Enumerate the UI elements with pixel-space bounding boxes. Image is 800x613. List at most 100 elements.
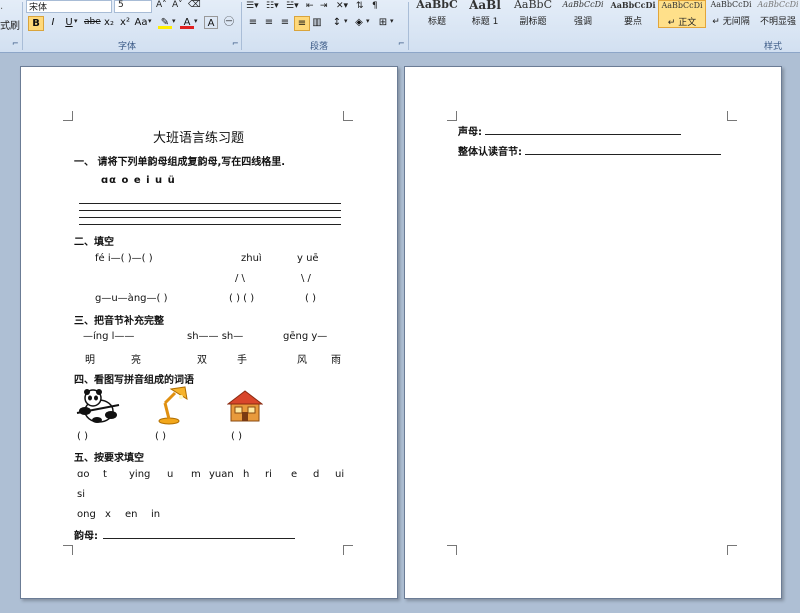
- whole-syllables-answer-label: 整体认读音节:: [458, 147, 522, 158]
- style-no-spacing[interactable]: AaBbCcDi ↵ 无间隔: [708, 0, 754, 27]
- strikethrough-button[interactable]: abe: [84, 16, 101, 29]
- change-case-dropdown-icon[interactable]: ▾: [148, 17, 152, 25]
- style-subtle-emphasis[interactable]: AaBbCcDi 不明显强调: [756, 0, 800, 26]
- align-right-icon[interactable]: ≡: [278, 16, 292, 29]
- style-name: 标题 1: [471, 17, 499, 27]
- font-name-value: 宋体: [29, 3, 48, 13]
- ribbon-separator: [22, 2, 23, 50]
- style-sample: AaBbCcDi: [562, 0, 604, 9]
- style-title[interactable]: AaBbC 标题: [414, 0, 460, 27]
- chinese-layout-icon[interactable]: ✕▾: [336, 1, 348, 11]
- four-line-grid-line: [79, 217, 341, 218]
- line-spacing-icon[interactable]: ↕: [330, 16, 344, 29]
- show-marks-icon[interactable]: ¶: [372, 1, 378, 11]
- crop-mark: [63, 111, 73, 121]
- page-title: 大班语言练习题: [153, 131, 245, 146]
- house-picture: [227, 390, 263, 422]
- font-dialog-launcher-icon[interactable]: ⌐: [232, 39, 239, 48]
- font-color-button[interactable]: A: [180, 16, 194, 29]
- document-page-2[interactable]: 声母: 整体认读音节:: [404, 66, 782, 599]
- subscript-button[interactable]: x₂: [102, 16, 116, 29]
- font-group-label: 字体: [118, 42, 137, 52]
- pinyin-item: x: [105, 509, 111, 520]
- question-3-word: 双: [197, 355, 207, 366]
- grow-font-icon[interactable]: A˄: [156, 0, 167, 10]
- question-2-line3-c: ( ): [305, 293, 316, 304]
- increase-indent-icon[interactable]: ⇥: [320, 1, 328, 11]
- format-painter-label[interactable]: 式刷: [0, 17, 20, 32]
- crop-mark: [447, 111, 457, 121]
- highlight-icon[interactable]: ✎: [158, 16, 172, 29]
- question-4-blank: ( ): [77, 431, 88, 442]
- superscript-button[interactable]: x²: [118, 16, 132, 29]
- justify-icon[interactable]: ≡: [294, 16, 310, 31]
- sort-icon[interactable]: ⇅: [356, 1, 364, 11]
- pinyin-item: si: [77, 489, 85, 500]
- question-1-heading: 一、 请将下列单韵母组成复韵母,写在四线格里.: [74, 157, 286, 168]
- change-case-button[interactable]: Aa: [134, 16, 148, 29]
- style-normal[interactable]: AaBbCcDi ↵ 正文: [658, 0, 706, 28]
- question-2-line1-c: y uē: [297, 253, 319, 264]
- underline-dropdown-icon[interactable]: ▾: [74, 17, 78, 25]
- distributed-icon[interactable]: ▥: [310, 16, 324, 29]
- line-spacing-dropdown-icon[interactable]: ▾: [344, 17, 348, 25]
- bullets-icon[interactable]: ☰▾: [246, 1, 259, 11]
- borders-icon[interactable]: ⊞: [376, 16, 390, 29]
- align-center-icon[interactable]: ≡: [262, 16, 276, 29]
- shrink-font-icon[interactable]: A˅: [172, 0, 183, 10]
- crop-mark: [343, 545, 353, 555]
- question-3-line1-b: sh—— sh—: [187, 331, 244, 342]
- shading-dropdown-icon[interactable]: ▾: [366, 17, 370, 25]
- crop-mark: [727, 545, 737, 555]
- initials-answer-line[interactable]: [485, 134, 681, 135]
- four-line-grid-line: [79, 224, 341, 225]
- pinyin-item: ying: [129, 469, 151, 480]
- decrease-indent-icon[interactable]: ⇤: [306, 1, 314, 11]
- character-border-button[interactable]: A: [204, 16, 218, 29]
- multilevel-list-icon[interactable]: ☱▾: [286, 1, 299, 11]
- question-2-line1-a: fé i—( )—( ): [95, 253, 153, 264]
- enclose-characters-button[interactable]: ㊀: [222, 16, 236, 29]
- italic-button[interactable]: I: [46, 16, 60, 29]
- clipboard-launcher-icon[interactable]: ⌐: [12, 39, 19, 48]
- style-sample: AaBl: [469, 0, 501, 10]
- bold-button[interactable]: B: [28, 16, 44, 31]
- ribbon-separator: [408, 2, 409, 50]
- font-color-dropdown-icon[interactable]: ▾: [194, 17, 198, 25]
- crop-mark: [63, 545, 73, 555]
- align-left-icon[interactable]: ≡: [246, 16, 260, 29]
- question-3-heading: 三、把音节补充完整: [74, 316, 164, 327]
- whole-syllables-answer-line[interactable]: [525, 154, 721, 155]
- paragraph-dialog-launcher-icon[interactable]: ⌐: [398, 39, 405, 48]
- pinyin-item: yuan: [209, 469, 234, 480]
- style-subtitle[interactable]: AaBbC 副标题: [510, 0, 556, 27]
- style-sample: AaBbCcDi: [661, 1, 703, 10]
- question-4-blank: ( ): [231, 431, 242, 442]
- question-3-word: 风: [297, 355, 307, 366]
- clear-format-icon[interactable]: ⌫: [188, 0, 201, 10]
- document-page-1[interactable]: 大班语言练习题 一、 请将下列单韵母组成复韵母,写在四线格里. ɑα o e i…: [20, 66, 398, 599]
- style-strong[interactable]: AaBbCcDi 要点: [610, 0, 656, 27]
- style-sample: AaBbCcDi: [757, 0, 799, 9]
- pinyin-item: in: [151, 509, 161, 520]
- finals-answer-line[interactable]: [103, 538, 295, 539]
- borders-dropdown-icon[interactable]: ▾: [390, 17, 394, 25]
- ribbon-separator: [241, 2, 242, 50]
- style-heading-1[interactable]: AaBl 标题 1: [462, 0, 508, 27]
- question-2-line2-b: \ /: [301, 273, 311, 284]
- highlight-dropdown-icon[interactable]: ▾: [172, 17, 176, 25]
- font-name-combo[interactable]: 宋体: [26, 0, 112, 13]
- crop-mark: [343, 111, 353, 121]
- numbering-icon[interactable]: ☷▾: [266, 1, 279, 11]
- question-2-line1-b: zhuì: [241, 253, 262, 264]
- style-emphasis[interactable]: AaBbCcDi 强调: [560, 0, 606, 27]
- style-sample: AaBbCcDi: [710, 0, 752, 9]
- style-sample: AaBbC: [416, 0, 458, 10]
- font-size-combo[interactable]: 5: [114, 0, 152, 13]
- style-name: 不明显强调: [759, 17, 796, 26]
- finals-answer-label: 韵母:: [74, 531, 98, 542]
- question-4-blank: ( ): [155, 431, 166, 442]
- shading-icon[interactable]: ◈: [352, 16, 366, 29]
- question-3-word: 雨: [331, 355, 341, 366]
- question-5-heading: 五、按要求填空: [74, 453, 144, 464]
